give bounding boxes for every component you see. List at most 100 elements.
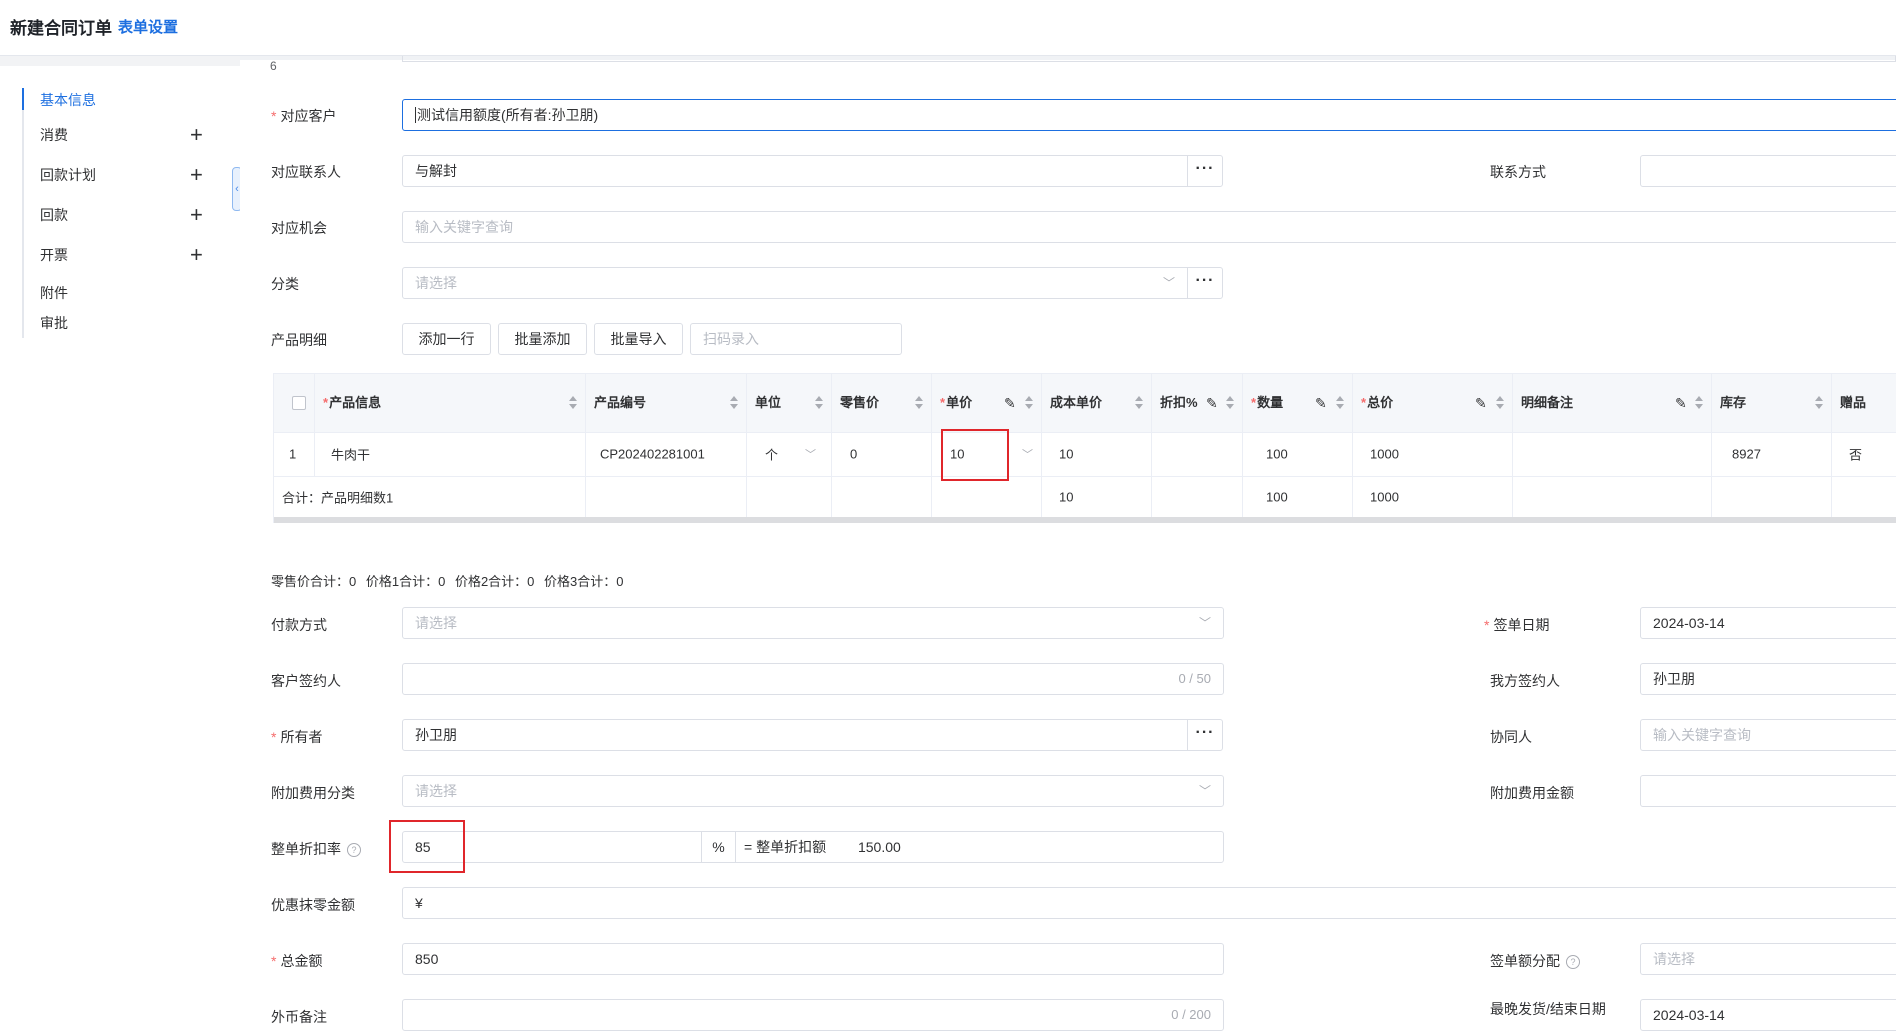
edit-pencil-icon[interactable]: ✎ [1475, 374, 1487, 432]
gift-cell[interactable]: 否 [1832, 432, 1896, 476]
footer-cell [747, 476, 832, 517]
sort-icon[interactable] [569, 396, 577, 410]
sort-icon[interactable] [1496, 396, 1504, 410]
table-footer-row: 合计：产品明细数1 10 100 1000 [274, 476, 1896, 517]
highlight-box-discount-rate [389, 820, 465, 873]
contact-input[interactable]: 与解封 [402, 155, 1188, 187]
col-stock[interactable]: 库存 [1712, 374, 1832, 432]
sidebar-item-payment[interactable]: 回款 [40, 205, 68, 225]
customer-input[interactable]: 测试信用额度(所有者:孙卫朋) [402, 99, 1896, 131]
latest-ship-value: 2024-03-14 [1653, 1007, 1725, 1023]
sort-icon[interactable] [815, 396, 823, 410]
sort-icon[interactable] [1025, 396, 1033, 410]
scan-input[interactable]: 扫码录入 [690, 323, 902, 355]
select-all-header [274, 374, 315, 432]
cut-off-field[interactable] [402, 56, 1896, 62]
fx-note-input[interactable]: 0 / 200 [402, 999, 1224, 1031]
page-title: 新建合同订单 [10, 19, 112, 38]
sidebar-item-basic-info[interactable]: 基本信息 [40, 90, 96, 110]
batch-add-button[interactable]: 批量添加 [498, 323, 587, 355]
table-row[interactable]: 1 牛肉干 CP202402281001 个 ﹀ 0 10 ﹀ 10 100 100… [274, 432, 1896, 477]
col-total-price[interactable]: *总价 ✎ [1353, 374, 1513, 432]
latest-ship-input[interactable]: 2024-03-14 [1640, 999, 1896, 1031]
select-all-checkbox[interactable] [292, 396, 306, 410]
sort-icon[interactable] [915, 396, 923, 410]
plus-icon[interactable]: + [190, 124, 203, 146]
sort-icon[interactable] [1226, 396, 1234, 410]
note-cell[interactable] [1513, 432, 1712, 476]
plus-icon[interactable]: + [190, 244, 203, 266]
col-unit-price[interactable]: *单价 ✎ [932, 374, 1042, 432]
unit-cell[interactable]: 个 ﹀ [747, 432, 832, 476]
total-input[interactable]: 850 [402, 943, 1224, 975]
contact-more-button[interactable]: ··· [1187, 155, 1223, 187]
batch-import-button[interactable]: 批量导入 [594, 323, 683, 355]
col-gift[interactable]: 赠品 [1832, 374, 1896, 432]
sign-date-input[interactable]: 2024-03-14 [1640, 607, 1896, 639]
opportunity-label: 对应机会 [271, 220, 327, 236]
table-horizontal-scrollbar[interactable] [274, 517, 1896, 523]
owner-more-button[interactable]: ··· [1187, 719, 1223, 751]
char-count: 0 / 50 [1178, 671, 1211, 686]
plus-icon[interactable]: + [190, 164, 203, 186]
unit-value: 个 [765, 447, 779, 463]
col-label: 总价 [1367, 395, 1394, 410]
col-detail-note[interactable]: 明细备注 ✎ [1513, 374, 1712, 432]
extra-fee-category-select[interactable]: 请选择 ﹀ [402, 775, 1224, 807]
discount-cell[interactable] [1152, 432, 1243, 476]
col-cost-price[interactable]: 成本单价 [1042, 374, 1152, 432]
help-icon[interactable]: ? [1566, 955, 1580, 969]
col-product-info[interactable]: *产品信息 [315, 374, 586, 432]
footer-total: 1000 [1370, 489, 1399, 504]
owner-input[interactable]: 孙卫朋 [402, 719, 1188, 751]
opportunity-input[interactable]: 输入关键字查询 [402, 211, 1896, 243]
price-summary: 零售价合计：0 价格1合计：0 价格2合计：0 价格3合计：0 [271, 571, 630, 590]
sign-amount-alloc-select[interactable]: 请选择 [1640, 943, 1896, 975]
sidebar-item-payment-plan[interactable]: 回款计划 [40, 165, 96, 185]
col-discount[interactable]: 折扣% ✎ [1152, 374, 1243, 432]
col-product-code[interactable]: 产品编号 [586, 374, 747, 432]
chevron-down-icon: ﹀ [1198, 616, 1211, 630]
col-label: 产品信息 [329, 395, 382, 410]
extra-fee-amount-input[interactable] [1640, 775, 1896, 807]
footer-label-cell: 合计：产品明细数1 [274, 476, 586, 517]
sort-icon[interactable] [1695, 396, 1703, 410]
edit-pencil-icon[interactable]: ✎ [1206, 374, 1218, 432]
total-cell[interactable]: 1000 [1353, 432, 1513, 476]
payment-method-select[interactable]: 请选择 ﹀ [402, 607, 1224, 639]
col-retail-price[interactable]: 零售价 [832, 374, 932, 432]
sort-icon[interactable] [1336, 396, 1344, 410]
rounding-input[interactable]: ¥ [402, 887, 1896, 919]
col-quantity[interactable]: *数量 ✎ [1243, 374, 1353, 432]
sidebar-item-invoice[interactable]: 开票 [40, 245, 68, 265]
product-cell[interactable]: 牛肉干 [315, 432, 586, 476]
rounding-label: 优惠抹零金额 [271, 897, 355, 913]
quantity-cell[interactable]: 100 [1243, 432, 1353, 476]
sidebar-item-approval[interactable]: 审批 [40, 313, 68, 333]
edit-pencil-icon[interactable]: ✎ [1004, 374, 1016, 432]
sort-icon[interactable] [1135, 396, 1143, 410]
add-row-button[interactable]: 添加一行 [402, 323, 491, 355]
our-signer-input[interactable]: 孙卫朋 [1640, 663, 1896, 695]
contact-method-input[interactable] [1640, 155, 1896, 187]
edit-pencil-icon[interactable]: ✎ [1675, 374, 1687, 432]
collaborator-input[interactable]: 输入关键字查询 [1640, 719, 1896, 751]
form-settings-link[interactable]: 表单设置 [118, 16, 178, 37]
table-header: *产品信息 产品编号 单位 零售价 *单价 ✎ 成本单价 折扣% ✎ *数量 ✎ *总… [274, 374, 1896, 433]
customer-signer-input[interactable]: 0 / 50 [402, 663, 1224, 695]
col-unit[interactable]: 单位 [747, 374, 832, 432]
category-select[interactable]: 请选择 ﹀ [402, 267, 1188, 299]
edit-pencil-icon[interactable]: ✎ [1315, 374, 1327, 432]
plus-icon[interactable]: + [190, 204, 203, 226]
required-mark: * [271, 953, 277, 969]
help-icon[interactable]: ? [347, 843, 361, 857]
row-index: 1 [289, 446, 297, 462]
sidebar-item-consumption[interactable]: 消费 [40, 125, 68, 145]
sort-icon[interactable] [1815, 396, 1823, 410]
sort-icon[interactable] [730, 396, 738, 410]
footer-label: 合计：产品明细数1 [282, 490, 394, 505]
sidebar-item-attachment[interactable]: 附件 [40, 283, 68, 303]
col-label: 库存 [1720, 395, 1747, 410]
text-caret [415, 107, 416, 123]
category-more-button[interactable]: ··· [1187, 267, 1223, 299]
